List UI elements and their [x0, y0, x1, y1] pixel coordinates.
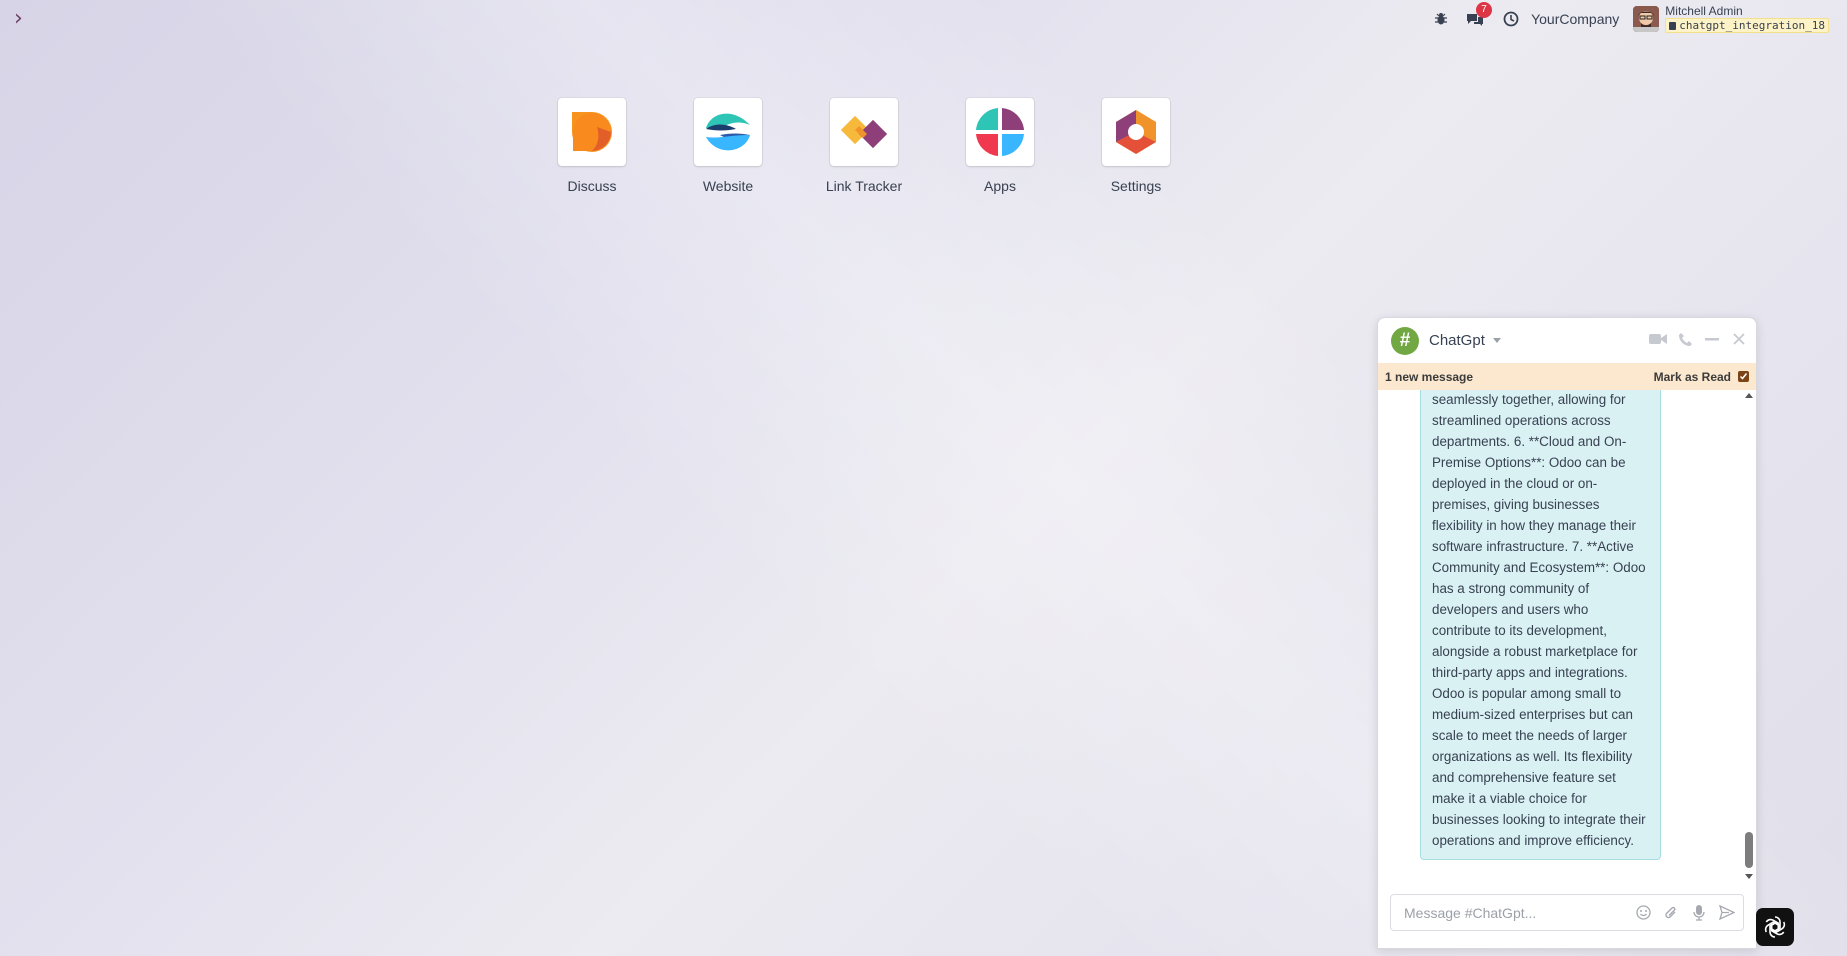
activity-clock-icon[interactable]: [1503, 11, 1519, 27]
chat-header-actions: [1640, 330, 1748, 348]
scrollbar-thumb[interactable]: [1745, 832, 1753, 868]
phone-call-icon[interactable]: [1676, 330, 1694, 348]
apps-icon: [966, 98, 1034, 166]
company-switcher[interactable]: YourCompany: [1531, 11, 1619, 27]
app-label: Discuss: [567, 178, 617, 194]
app-label: Apps: [984, 178, 1016, 194]
link-tracker-icon: [830, 98, 898, 166]
messages-badge: 7: [1476, 2, 1493, 18]
emoji-icon[interactable]: [1633, 903, 1653, 923]
check-icon: [1738, 371, 1749, 382]
user-menu[interactable]: Mitchell Admin chatgpt_integration_18: [1665, 5, 1829, 33]
messages-icon[interactable]: 7: [1465, 2, 1493, 27]
minimize-icon[interactable]: [1703, 330, 1721, 348]
chat-header[interactable]: # ChatGpt: [1378, 318, 1756, 363]
app-label: Settings: [1110, 178, 1162, 194]
app-apps[interactable]: Apps: [953, 98, 1047, 194]
mark-as-read-label: Mark as Read: [1653, 369, 1731, 384]
send-icon[interactable]: [1717, 903, 1737, 923]
message-input[interactable]: [1402, 903, 1625, 922]
discuss-icon: [558, 98, 626, 166]
scroll-down-arrow-icon[interactable]: [1745, 874, 1753, 879]
paperclip-icon[interactable]: [1661, 903, 1681, 923]
message-bubble: seamlessly together, allowing for stream…: [1420, 390, 1661, 860]
mark-as-read-button[interactable]: Mark as Read: [1654, 370, 1749, 384]
scrollbar[interactable]: [1742, 390, 1756, 880]
apps-grid: Discuss Website Link Tracker Apps Settin…: [545, 98, 1225, 194]
close-icon[interactable]: [1730, 330, 1748, 348]
app-label: Link Tracker: [825, 178, 903, 194]
message-composer: [1390, 894, 1744, 931]
chat-title[interactable]: ChatGpt: [1429, 332, 1485, 349]
new-message-banner: 1 new message Mark as Read: [1378, 363, 1756, 390]
debug-bug-icon[interactable]: [1433, 11, 1449, 27]
chatgpt-logo-icon: [1764, 916, 1786, 938]
microphone-icon[interactable]: [1689, 903, 1709, 923]
app-website[interactable]: Website: [681, 98, 775, 194]
website-icon: [694, 98, 762, 166]
app-link-tracker[interactable]: Link Tracker: [817, 98, 911, 194]
chat-window: # ChatGpt 1 new message Mark as Read sea…: [1377, 317, 1757, 949]
systray: 7 YourCompany Mitchell Admin chatgpt_int…: [1433, 0, 1847, 38]
menu-toggle-chevron-icon[interactable]: ›: [14, 8, 32, 30]
message-thread[interactable]: seamlessly together, allowing for stream…: [1378, 390, 1756, 880]
user-name: Mitchell Admin: [1665, 4, 1743, 18]
chevron-down-icon[interactable]: [1492, 338, 1501, 343]
app-discuss[interactable]: Discuss: [545, 98, 639, 194]
video-call-icon[interactable]: [1649, 330, 1667, 348]
scroll-up-arrow-icon[interactable]: [1745, 393, 1753, 398]
settings-icon: [1102, 98, 1170, 166]
app-settings[interactable]: Settings: [1089, 98, 1183, 194]
channel-avatar: #: [1391, 326, 1419, 355]
app-label: Website: [702, 178, 754, 194]
chatgpt-logo-button[interactable]: [1756, 908, 1794, 946]
user-avatar[interactable]: [1633, 6, 1660, 32]
composer-actions: [1625, 903, 1737, 923]
database-tag: chatgpt_integration_18: [1665, 18, 1829, 33]
database-icon: [1669, 21, 1677, 30]
database-name: chatgpt_integration_18: [1679, 19, 1825, 32]
new-message-count: 1 new message: [1385, 369, 1474, 384]
